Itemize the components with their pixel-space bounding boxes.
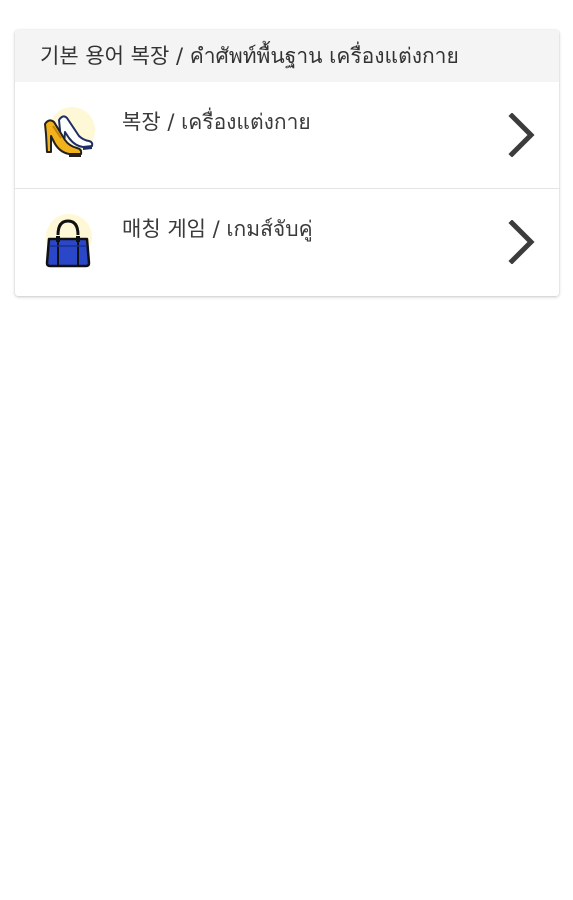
handbag-icon xyxy=(39,213,97,271)
card-title: 기본 용어 복장 / คำศัพท์พื้นฐาน เครื่องแต่งกาย xyxy=(40,43,459,68)
high-heels-icon xyxy=(39,106,97,164)
chevron-right-icon xyxy=(507,220,537,264)
card-header: 기본 용어 복장 / คำศัพท์พื้นฐาน เครื่องแต่งกาย xyxy=(15,30,559,82)
item-label: 복장 / เครื่องแต่งกาย xyxy=(122,110,311,134)
item-label: 매칭 게임 / เกมส์จับคู่ xyxy=(122,217,313,241)
category-card: 기본 용어 복장 / คำศัพท์พื้นฐาน เครื่องแต่งกาย… xyxy=(15,30,559,296)
list-item-clothing[interactable]: 복장 / เครื่องแต่งกาย xyxy=(15,82,559,188)
list-item-matching-game[interactable]: 매칭 게임 / เกมส์จับคู่ xyxy=(15,188,559,294)
chevron-right-icon xyxy=(507,113,537,157)
